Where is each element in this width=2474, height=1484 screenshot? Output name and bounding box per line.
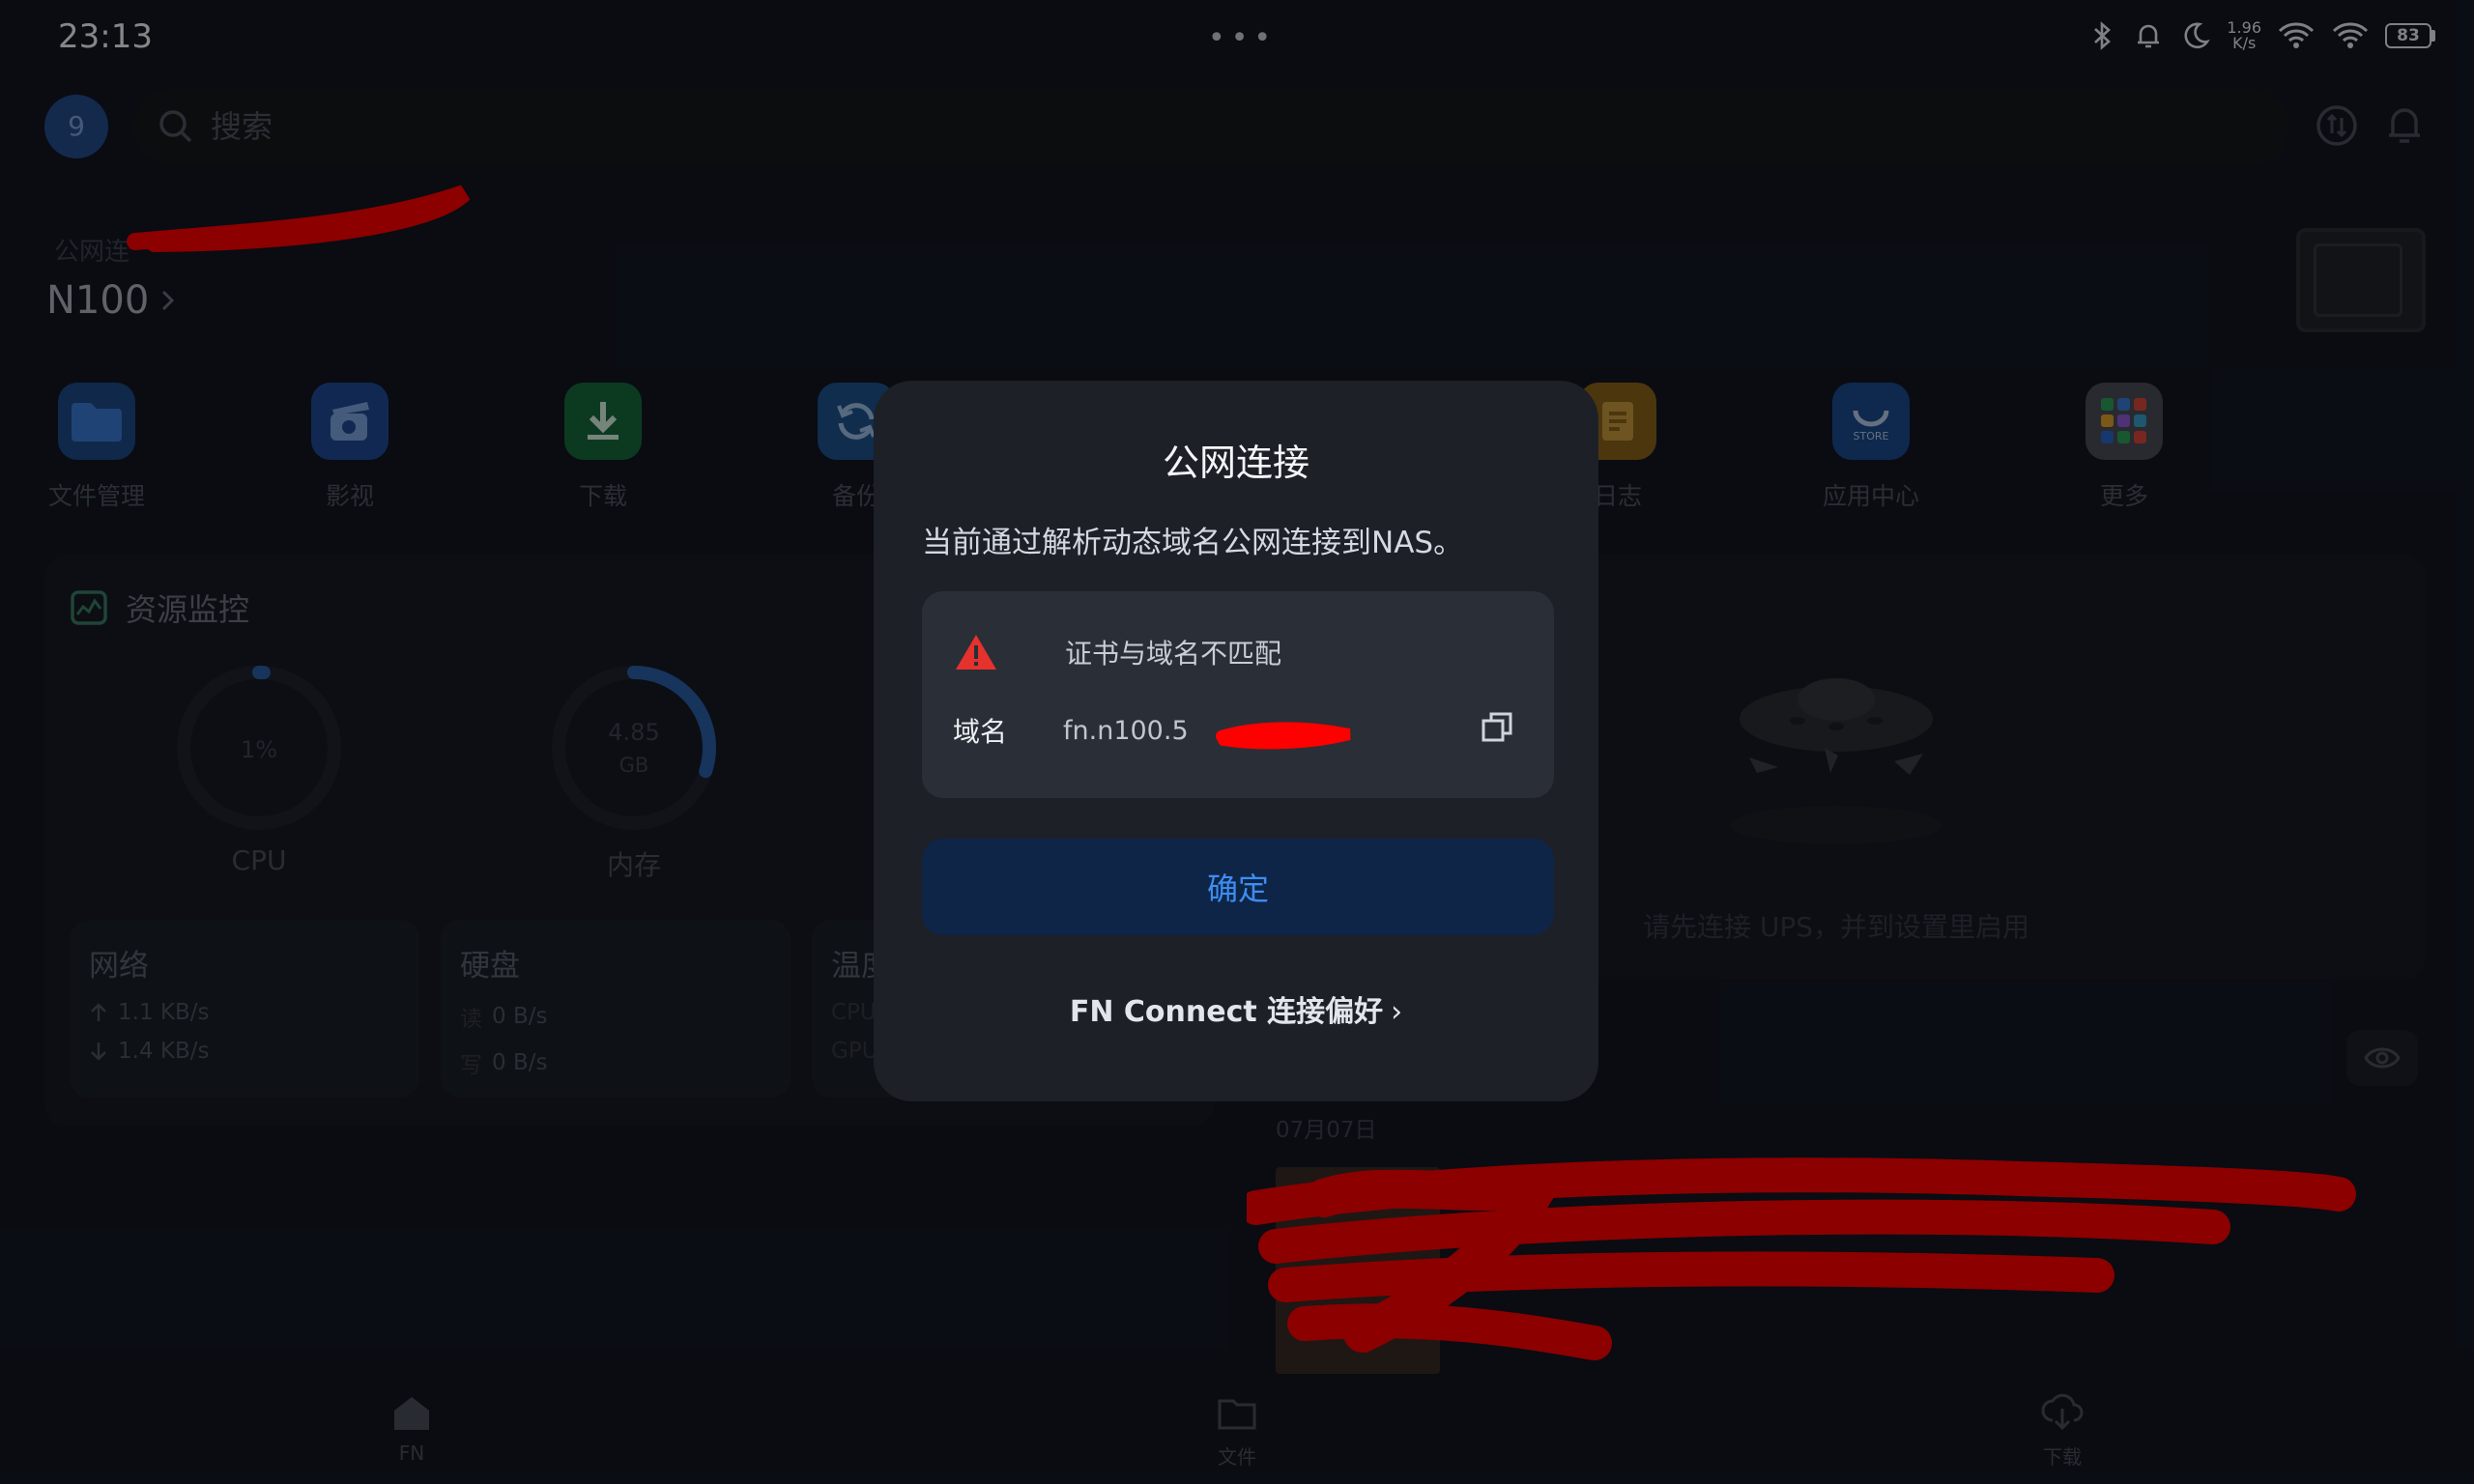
- confirm-button[interactable]: 确定: [922, 839, 1554, 935]
- copy-domain-button[interactable]: [1475, 705, 1519, 750]
- warning-icon: [956, 635, 996, 670]
- domain-value: fn.n100.5: [1063, 715, 1189, 746]
- domain-label: 域名: [953, 716, 1008, 748]
- dialog-title: 公网连接: [1162, 442, 1309, 484]
- public-connection-dialog: 公网连接 当前通过解析动态域名公网连接到NAS。 证书与域名不匹配 域名 fn.…: [874, 381, 1598, 1101]
- connection-info-box: 证书与域名不匹配 域名 fn.n100.5: [922, 591, 1554, 798]
- connection-preferences-link[interactable]: FN Connect 连接偏好 ›: [874, 987, 1598, 1030]
- dialog-description: 当前通过解析动态域名公网连接到NAS。: [922, 526, 1464, 560]
- chevron-right-icon: ›: [1391, 995, 1403, 1029]
- certificate-warning: 证书与域名不匹配: [953, 632, 1281, 672]
- redaction-mark: [1216, 722, 1351, 750]
- copy-icon: [1482, 712, 1512, 742]
